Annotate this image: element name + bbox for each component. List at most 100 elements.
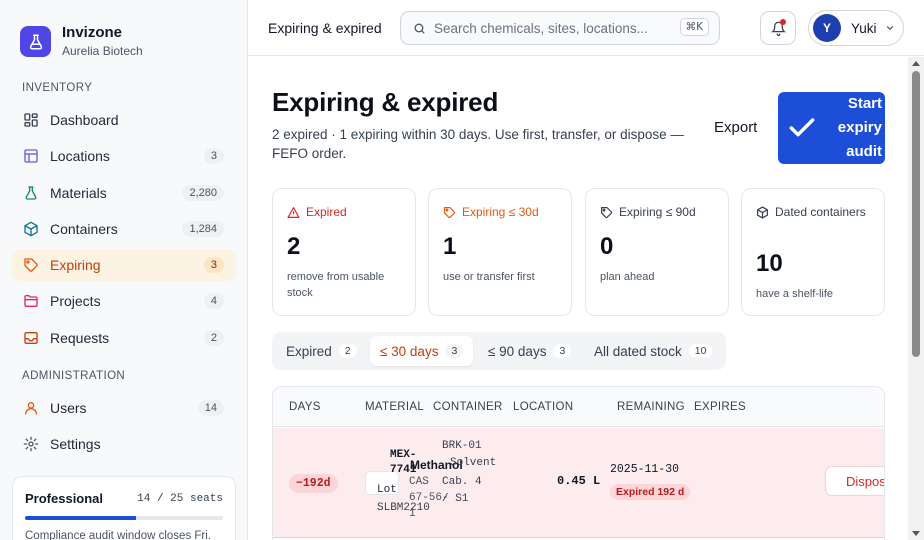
user-name: Yuki	[851, 20, 877, 36]
table-header: DAYS MATERIAL CONTAINER LOCATION REMAINI…	[273, 387, 884, 427]
locations-icon	[12, 148, 50, 164]
dashboard-icon	[12, 112, 50, 128]
tag-icon	[12, 257, 50, 273]
stat-card-expiring-90d[interactable]: Expiring ≤ 90d 0 plan ahead	[585, 188, 729, 316]
plan-name: Professional	[25, 491, 104, 506]
sidebar-item-count: 4	[203, 293, 224, 309]
column-header-remaining[interactable]: REMAINING	[617, 401, 685, 413]
tab-expired[interactable]: Expired 2	[276, 336, 367, 366]
expiry-table: DAYS MATERIAL CONTAINER LOCATION REMAINI…	[272, 386, 885, 540]
start-expiry-audit-button[interactable]: Start expiry audit	[778, 92, 885, 164]
sidebar-item-label: Locations	[50, 148, 110, 164]
search-icon	[413, 22, 426, 35]
tab-label: ≤ 90 days	[488, 343, 547, 359]
inbox-icon	[12, 330, 50, 346]
search-input[interactable]	[434, 20, 664, 36]
stat-card-expired[interactable]: Expired 2 remove from usable stock	[272, 188, 416, 316]
column-header-days[interactable]: DAYS	[289, 401, 321, 413]
expired-badge: Expired 192 d	[610, 484, 691, 500]
column-header-location[interactable]: LOCATION	[513, 401, 573, 413]
container-type: Solvent	[450, 457, 497, 469]
column-header-expires[interactable]: EXPIRES	[694, 401, 746, 413]
sidebar-item-dashboard[interactable]: Dashboard	[12, 104, 236, 136]
page-title: Expiring & expired	[272, 87, 499, 117]
user-icon	[12, 400, 50, 416]
lot-number: SLBM2210	[377, 502, 430, 514]
tab-30-days[interactable]: ≤ 30 days 3	[370, 336, 474, 366]
days-badge: −192d	[289, 474, 338, 493]
scroll-up-arrow-icon[interactable]	[912, 61, 920, 66]
scroll-down-arrow-icon[interactable]	[912, 531, 920, 536]
filter-tabs: Expired 2 ≤ 30 days 3 ≤ 90 days 3 All da…	[272, 332, 726, 370]
stat-desc: plan ahead	[600, 271, 655, 283]
search-box[interactable]: ⌘K	[400, 11, 720, 45]
stat-desc: use or transfer first	[443, 271, 535, 283]
seats-progress-fill	[25, 516, 136, 520]
sidebar-item-label: Projects	[50, 293, 101, 309]
stat-label: Expiring ≤ 90d	[619, 205, 696, 219]
sidebar-item-projects[interactable]: Projects 4	[12, 285, 236, 317]
search-shortcut: ⌘K	[679, 18, 709, 36]
export-button[interactable]: Export	[714, 119, 757, 136]
tab-label: All dated stock	[594, 343, 682, 359]
avatar: Y	[813, 14, 841, 42]
sidebar-item-label: Containers	[50, 221, 118, 237]
expiry-date: 2025-11-30	[610, 463, 680, 476]
tab-count: 3	[553, 344, 572, 358]
sidebar-item-label: Materials	[50, 185, 107, 201]
sidebar-item-count: 14	[197, 400, 224, 416]
stat-card-dated-containers[interactable]: Dated containers 10 have a shelf-life	[741, 188, 885, 316]
sidebar-item-containers[interactable]: Containers 1,284	[12, 213, 236, 245]
tab-all-dated-stock[interactable]: All dated stock 10	[584, 336, 722, 366]
column-header-material[interactable]: MATERIAL	[365, 401, 424, 413]
stat-desc: remove from usable stock	[287, 271, 385, 299]
sidebar: Invizone Aurelia Biotech INVENTORY Dashb…	[0, 0, 248, 540]
sidebar-item-requests[interactable]: Requests 2	[12, 322, 236, 354]
page-subtitle: 2 expired · 1 expiring within 30 days. U…	[272, 127, 684, 161]
sidebar-item-label: Expiring	[50, 257, 101, 273]
chevron-down-icon	[885, 23, 895, 33]
dispose-button[interactable]: Dispose	[825, 466, 884, 496]
plan-seats: 14 / 25 seats	[137, 492, 223, 505]
tab-count: 10	[688, 344, 713, 358]
notifications-button[interactable]	[760, 11, 796, 45]
brand[interactable]: Invizone Aurelia Biotech	[20, 24, 143, 59]
brand-org: Aurelia Biotech	[62, 44, 143, 58]
tab-count: 2	[338, 344, 357, 358]
admin-section-label: ADMINISTRATION	[22, 370, 126, 382]
scrollbar-thumb[interactable]	[912, 71, 920, 357]
brand-name: Invizone	[62, 24, 123, 41]
tab-90-days[interactable]: ≤ 90 days 3	[478, 336, 581, 366]
box-icon	[756, 205, 769, 219]
tab-count: 3	[445, 344, 464, 358]
sidebar-item-label: Settings	[50, 436, 101, 452]
user-menu[interactable]: Y Yuki	[808, 10, 904, 46]
audit-button-label: Start expiry audit	[837, 95, 882, 160]
sidebar-item-count: 3	[203, 148, 224, 164]
lot-label: Lot	[377, 484, 397, 496]
tag-icon	[443, 206, 456, 219]
sidebar-item-users[interactable]: Users 14	[12, 392, 236, 424]
column-header-container[interactable]: CONTAINER	[433, 401, 503, 413]
plan-card: Professional 14 / 25 seats Compliance au…	[12, 476, 236, 540]
stat-label: Expiring ≤ 30d	[462, 205, 539, 219]
check-icon	[786, 112, 818, 144]
stat-card-expiring-30d[interactable]: Expiring ≤ 30d 1 use or transfer first	[428, 188, 572, 316]
sidebar-item-locations[interactable]: Locations 3	[12, 140, 236, 172]
table-row[interactable]: −192d MEX-7741 Methanol Lot CAS 67-56-1 …	[273, 428, 884, 538]
notification-dot	[780, 19, 786, 25]
scrollbar[interactable]	[908, 57, 924, 540]
plan-note: Compliance audit window closes Fri.	[25, 530, 211, 540]
sidebar-item-expiring[interactable]: Expiring 3	[12, 249, 236, 281]
flask-logo-icon	[20, 26, 51, 57]
sidebar-item-count: 2	[203, 330, 224, 346]
flask-icon	[12, 185, 50, 201]
remaining-amount: 0.45 L	[557, 474, 601, 488]
stat-label: Dated containers	[775, 205, 866, 219]
stat-value: 10	[756, 250, 783, 277]
sidebar-item-label: Requests	[50, 330, 110, 346]
sidebar-item-count: 2,280	[182, 185, 224, 201]
sidebar-item-materials[interactable]: Materials 2,280	[12, 177, 236, 209]
sidebar-item-settings[interactable]: Settings	[12, 428, 236, 460]
inventory-section-label: INVENTORY	[22, 82, 93, 94]
